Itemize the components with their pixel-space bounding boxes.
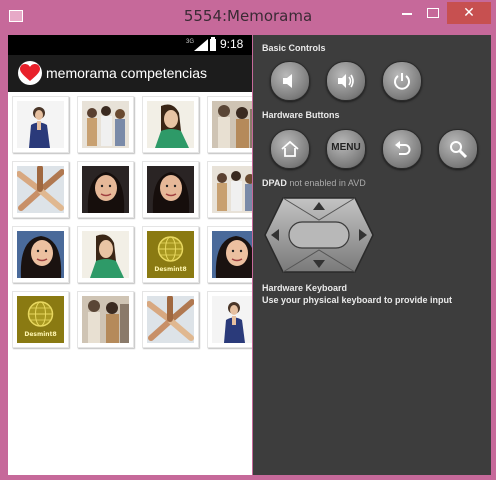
card-image-girl-praying [17,101,64,148]
home-icon [281,140,299,157]
device-screen[interactable]: 3G 9:18 memorama competencias Desmint8 D… [8,35,252,475]
app-title: memorama competencias [46,65,208,81]
dpad-note: not enabled in AVD [289,178,366,188]
card-image-group-people [212,166,252,213]
memory-card[interactable] [12,226,69,283]
network-type: 3G [186,39,195,45]
card-image-girl-dark-hair [147,166,194,213]
dpad-label: DPAD [262,178,287,188]
memory-card[interactable] [77,161,134,218]
status-time: 9:18 [220,37,244,51]
card-image-group-people [82,101,129,148]
card-image-girl-green-top [147,101,194,148]
back-icon [395,141,411,155]
signal-icon [194,39,208,51]
action-bar: memorama competencias [8,55,252,92]
volume-up-icon [338,74,354,88]
volume-down-icon [283,74,292,88]
card-caption: Desmint8 [154,266,187,273]
memory-card[interactable] [12,161,69,218]
power-icon [394,73,410,90]
hardware-keyboard-note: Use your physical keyboard to provide in… [262,295,453,305]
heart-icon [18,61,42,85]
close-button[interactable]: ✕ [447,2,491,24]
basic-controls-title: Basic Controls [262,43,326,53]
home-button[interactable] [270,129,310,169]
memory-card[interactable]: Desmint8 [142,226,199,283]
back-button[interactable] [382,129,422,169]
card-image-girl-crowd [212,101,252,148]
menu-icon: MENU [331,142,361,153]
card-image-globe-logo: Desmint8 [147,231,194,278]
volume-up-button[interactable] [326,61,366,101]
memory-card[interactable] [142,161,199,218]
card-image-girl-crowd [82,296,129,343]
menu-button[interactable]: MENU [326,129,366,169]
memory-card[interactable] [77,96,134,153]
dpad-control[interactable] [263,196,375,274]
card-image-girl-selfie [17,231,64,278]
minimize-icon [402,13,412,15]
memory-card[interactable] [77,226,134,283]
memory-card[interactable] [77,291,134,348]
memory-card[interactable] [142,291,199,348]
hardware-buttons-title: Hardware Buttons [262,110,340,120]
search-button[interactable] [438,129,478,169]
card-image-girl-dark-hair [82,166,129,213]
maximize-icon [427,8,439,18]
hardware-keyboard-title: Hardware Keyboard [262,283,348,293]
dpad-title: DPAD not enabled in AVD [262,178,366,188]
window-titlebar[interactable]: 5554:Memorama ✕ [0,0,496,34]
minimize-button[interactable] [395,2,419,24]
memory-card[interactable]: Desmint8 [12,291,69,348]
power-button[interactable] [382,61,422,101]
card-image-hands-together [17,166,64,213]
emulator-window: 5554:Memorama ✕ 3G 9:18 memorama compete… [0,0,496,480]
card-image-girl-selfie [212,231,252,278]
memory-card[interactable] [12,96,69,153]
memory-card[interactable] [207,161,252,218]
card-image-girl-green-top [82,231,129,278]
maximize-button[interactable] [421,2,445,24]
memory-card[interactable] [207,291,252,348]
memory-card[interactable] [207,226,252,283]
status-bar: 3G 9:18 [8,35,252,55]
volume-down-button[interactable] [270,61,310,101]
memory-card[interactable] [142,96,199,153]
emulator-controls-panel: Basic Controls Hardware Buttons MENU DPA… [253,35,491,475]
search-icon [450,141,468,159]
card-caption: Desmint8 [24,331,57,338]
card-image-girl-praying [212,296,252,343]
memory-card[interactable] [207,96,252,153]
card-image-hands-together [147,296,194,343]
battery-icon [210,37,216,51]
card-image-globe-logo: Desmint8 [17,296,64,343]
